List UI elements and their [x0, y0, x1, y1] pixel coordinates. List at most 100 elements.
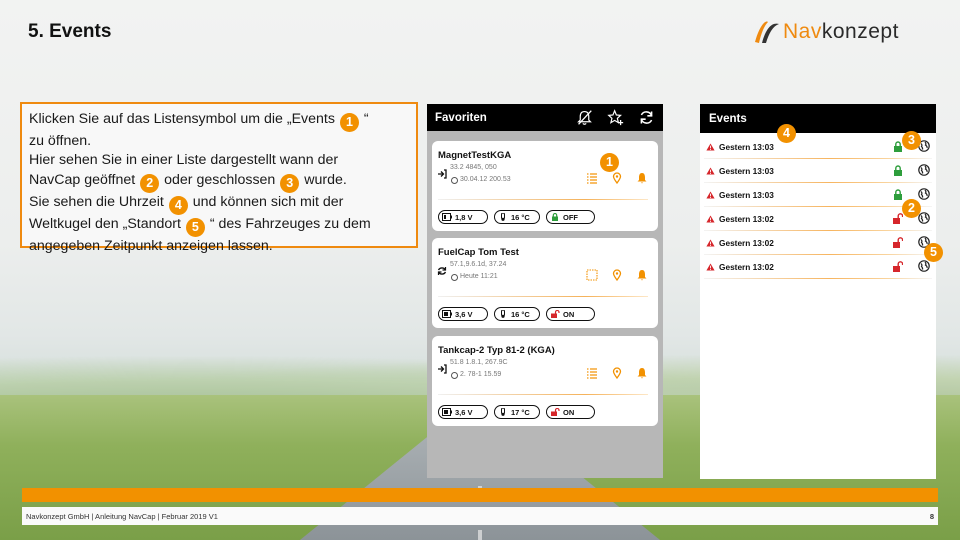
- refresh-icon[interactable]: [638, 109, 655, 126]
- favorites-panel: Favoriten MagnetTestKGA 33.2 4845, 050 3…: [427, 104, 663, 478]
- event-time: Gestern 13:02: [719, 262, 774, 272]
- temperature-pill: 16 °C: [494, 307, 540, 321]
- enter-icon: [438, 364, 447, 374]
- battery-pill: 3,6 V: [438, 405, 488, 419]
- thermometer-icon: [501, 408, 505, 416]
- event-time: Gestern 13:02: [719, 238, 774, 248]
- events-header: Events: [700, 104, 936, 133]
- warning-icon: [706, 143, 715, 151]
- event-time: Gestern 13:03: [719, 190, 774, 200]
- temperature-value: 16 °C: [511, 309, 530, 319]
- event-time: Gestern 13:02: [719, 214, 774, 224]
- warning-icon: [706, 167, 715, 175]
- event-time: Gestern 13:03: [719, 142, 774, 152]
- instruction-text: “: [359, 111, 369, 127]
- vehicle-name: MagnetTestKGA: [438, 150, 512, 161]
- alarm-bell-icon[interactable]: [636, 367, 648, 379]
- logo-text-konzept: konzept: [821, 20, 899, 43]
- event-list-icon[interactable]: [586, 172, 598, 184]
- event-row[interactable]: Gestern 13:03: [704, 183, 932, 207]
- lock-status: ON: [563, 309, 575, 319]
- warning-icon: [706, 263, 715, 271]
- instruction-text: oder geschlossen: [160, 171, 280, 188]
- lock-open-icon: [893, 261, 903, 272]
- lock-open-icon: [893, 237, 903, 248]
- alarm-bell-icon[interactable]: [636, 269, 648, 281]
- alarm-bell-icon[interactable]: [636, 172, 648, 184]
- temperature-pill: 16 °C: [494, 210, 540, 224]
- badge-1: 1: [600, 153, 619, 172]
- badge-3: 3: [280, 173, 300, 193]
- thermometer-icon: [501, 310, 505, 318]
- instruction-text: angegeben Zeitpunkt anzeigen lassen.: [29, 237, 273, 254]
- enter-icon: [438, 169, 447, 179]
- slide-title: 5. Events: [28, 21, 112, 42]
- battery-pill: 3,6 V: [438, 307, 488, 321]
- vehicle-name: Tankcap-2 Typ 81-2 (KGA): [438, 345, 555, 356]
- vehicle-coordinates: 57.1,9.6.1d, 37.24: [450, 261, 507, 268]
- event-row[interactable]: Gestern 13:02: [704, 207, 932, 231]
- battery-icon: [442, 310, 452, 318]
- event-row[interactable]: Gestern 13:02: [704, 231, 932, 255]
- instruction-text: “ des Fahrzeuges zu dem: [205, 215, 371, 232]
- location-pin-icon[interactable]: [611, 269, 623, 281]
- star-add-icon[interactable]: [607, 109, 624, 126]
- event-row[interactable]: Gestern 13:03: [704, 159, 932, 183]
- lock-open-icon: [551, 310, 560, 318]
- favorites-header: Favoriten: [427, 104, 663, 131]
- vehicle-card[interactable]: FuelCap Tom Test 57.1,9.6.1d, 37.24 Heut…: [432, 238, 658, 328]
- badge-2: 2: [140, 173, 160, 193]
- sync-icon: [437, 267, 447, 275]
- logo-text-nav: Nav: [783, 20, 822, 43]
- event-time: Gestern 13:03: [719, 166, 774, 176]
- temperature-value: 16 °C: [511, 212, 530, 222]
- instruction-text: NavCap geöffnet: [29, 171, 140, 188]
- globe-location-icon[interactable]: [918, 260, 930, 272]
- temperature-value: 17 °C: [511, 407, 530, 417]
- event-list-icon[interactable]: [586, 269, 598, 281]
- badge-2: 2: [902, 199, 921, 218]
- battery-pill: 1,8 V: [438, 210, 488, 224]
- warning-icon: [706, 215, 715, 223]
- lock-open-icon: [551, 408, 560, 416]
- globe-location-icon[interactable]: [918, 164, 930, 176]
- lock-closed-icon: [894, 165, 902, 176]
- event-row[interactable]: Gestern 13:02: [704, 255, 932, 279]
- temperature-pill: 17 °C: [494, 405, 540, 419]
- badge-4: 4: [168, 195, 188, 215]
- bell-off-icon[interactable]: [576, 109, 593, 126]
- battery-value: 1,8 V: [455, 212, 473, 222]
- warning-icon: [706, 191, 715, 199]
- footer-text: Navkonzept GmbH | Anleitung NavCap | Feb…: [26, 512, 218, 521]
- vehicle-coordinates: 33.2 4845, 050: [450, 164, 497, 171]
- badge-4: 4: [777, 124, 796, 143]
- battery-value: 3,6 V: [455, 309, 473, 319]
- vehicle-card[interactable]: MagnetTestKGA 33.2 4845, 050 30.04.12 20…: [432, 141, 658, 231]
- vehicle-card[interactable]: Tankcap-2 Typ 81-2 (KGA) 51.8 1.8.1, 267…: [432, 336, 658, 426]
- lock-pill: ON: [546, 307, 595, 321]
- instruction-text: Weltkugel den „Standort: [29, 215, 185, 232]
- navkonzept-logo: Navkonzept: [752, 18, 899, 46]
- globe-location-icon[interactable]: [918, 188, 930, 200]
- lock-status: OFF: [563, 212, 578, 222]
- event-list-icon[interactable]: [586, 367, 598, 379]
- location-pin-icon[interactable]: [611, 367, 623, 379]
- vehicle-name: FuelCap Tom Test: [438, 247, 519, 258]
- lock-status: ON: [563, 407, 575, 417]
- vehicle-coordinates: 51.8 1.8.1, 267.9C: [450, 359, 508, 366]
- battery-value: 3,6 V: [455, 407, 473, 417]
- instruction-text: Sie sehen die Uhrzeit: [29, 193, 168, 210]
- globe-location-icon[interactable]: [918, 212, 930, 224]
- lock-open-icon: [893, 213, 903, 224]
- instruction-text: wurde.: [300, 171, 347, 188]
- battery-icon: [442, 408, 452, 416]
- event-row[interactable]: Gestern 13:03: [704, 135, 932, 159]
- badge-1: 1: [339, 113, 359, 132]
- instruction-text: zu öffnen.: [29, 133, 92, 149]
- lock-pill: ON: [546, 405, 595, 419]
- location-pin-icon[interactable]: [611, 172, 623, 184]
- vehicle-timestamp: Heute 11:21: [460, 273, 498, 280]
- warning-icon: [706, 239, 715, 247]
- instruction-text: und können sich mit der: [188, 193, 344, 210]
- vehicle-timestamp: 2. 78-1 15.59: [460, 371, 502, 378]
